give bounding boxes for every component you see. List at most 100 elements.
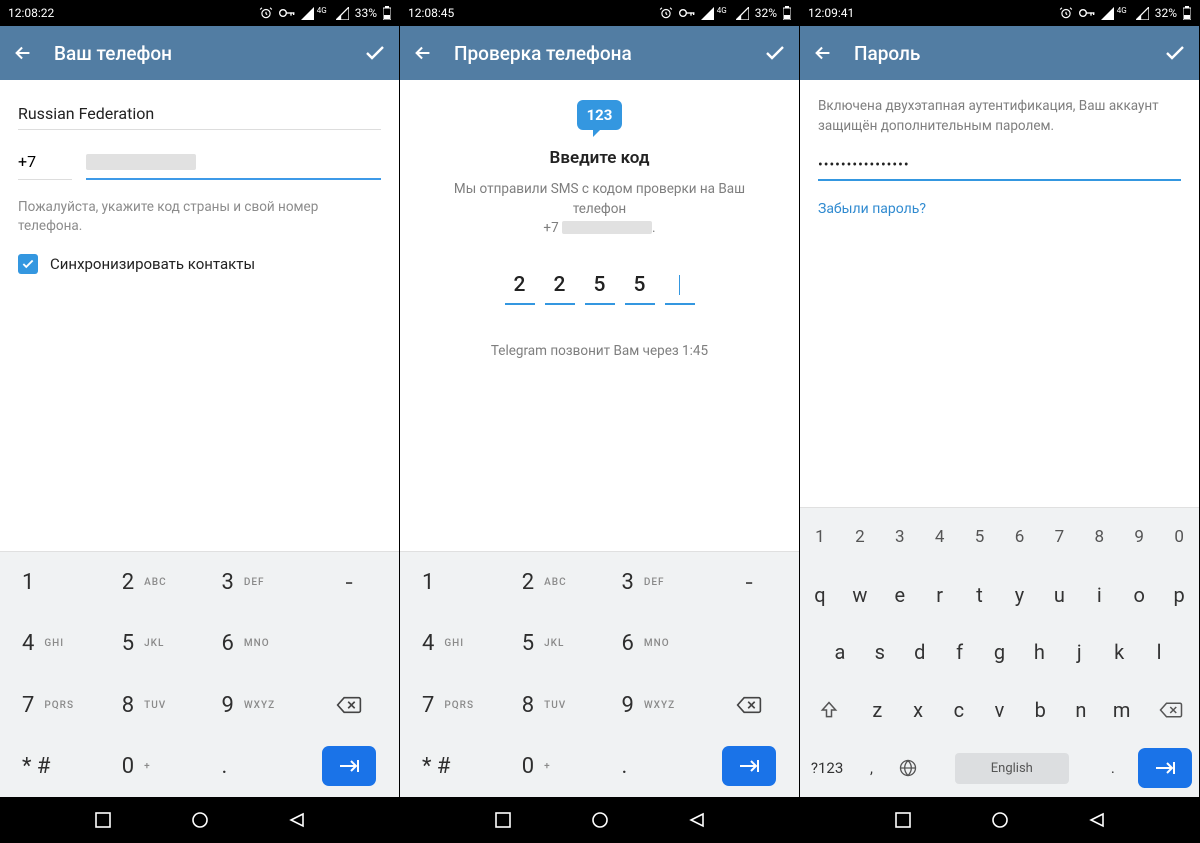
confirm-button[interactable] <box>763 41 787 65</box>
key-9[interactable]: 9WXYZ <box>200 675 300 736</box>
nav-home-icon[interactable] <box>591 811 609 829</box>
key-symbols[interactable]: ?123 <box>800 739 854 797</box>
sync-checkbox[interactable] <box>18 254 38 274</box>
key-7[interactable]: 7PQRS <box>400 675 500 736</box>
key-3[interactable]: 3DEF <box>200 552 300 613</box>
key-dash[interactable]: - <box>299 552 399 613</box>
key-i[interactable]: i <box>1079 566 1119 624</box>
key-2[interactable]: 2ABC <box>100 552 200 613</box>
key-enter[interactable] <box>699 736 799 797</box>
key-y[interactable]: y <box>1000 566 1040 624</box>
key-v[interactable]: v <box>979 681 1020 739</box>
key-5[interactable]: 5JKL <box>100 613 200 674</box>
key-x[interactable]: x <box>898 681 939 739</box>
key-8[interactable]: 8 <box>1079 508 1119 566</box>
nav-back-icon[interactable] <box>1089 812 1105 828</box>
confirm-button[interactable] <box>1163 41 1187 65</box>
key-t[interactable]: t <box>960 566 1000 624</box>
country-selector[interactable]: Russian Federation <box>18 94 381 130</box>
back-button[interactable] <box>412 42 434 64</box>
key-0[interactable]: 0 <box>1159 508 1199 566</box>
key-4[interactable]: 4GHI <box>400 613 500 674</box>
key-enter[interactable] <box>1130 739 1199 797</box>
code-digit-5[interactable] <box>665 273 695 305</box>
key-q[interactable]: q <box>800 566 840 624</box>
key-star-hash[interactable]: * # <box>400 736 500 797</box>
key-s[interactable]: s <box>860 624 900 682</box>
key-h[interactable]: h <box>1019 624 1059 682</box>
key-j[interactable]: j <box>1059 624 1099 682</box>
key-star-hash[interactable]: * # <box>0 736 100 797</box>
key-shift[interactable] <box>800 681 857 739</box>
key-2[interactable]: 2 <box>840 508 880 566</box>
key-dot[interactable]: . <box>200 736 300 797</box>
back-button[interactable] <box>12 42 34 64</box>
password-input[interactable]: •••••••••••••••• <box>818 157 1181 181</box>
key-e[interactable]: e <box>880 566 920 624</box>
key-5[interactable]: 5 <box>960 508 1000 566</box>
key-2[interactable]: 2ABC <box>500 552 600 613</box>
forgot-password-link[interactable]: Забыли пароль? <box>818 201 1181 217</box>
key-6[interactable]: 6MNO <box>200 613 300 674</box>
key-z[interactable]: z <box>857 681 898 739</box>
key-r[interactable]: r <box>920 566 960 624</box>
key-language[interactable] <box>889 739 928 797</box>
nav-recent-icon[interactable] <box>95 812 111 828</box>
key-1[interactable]: 1 <box>800 508 840 566</box>
key-1[interactable]: 1 <box>400 552 500 613</box>
key-0[interactable]: 0+ <box>100 736 200 797</box>
confirm-button[interactable] <box>363 41 387 65</box>
key-3[interactable]: 3 <box>880 508 920 566</box>
key-3[interactable]: 3DEF <box>600 552 700 613</box>
key-o[interactable]: o <box>1119 566 1159 624</box>
key-k[interactable]: k <box>1099 624 1139 682</box>
nav-recent-icon[interactable] <box>495 812 511 828</box>
key-7[interactable]: 7PQRS <box>0 675 100 736</box>
key-8[interactable]: 8TUV <box>100 675 200 736</box>
key-4[interactable]: 4 <box>920 508 960 566</box>
key-backspace[interactable] <box>299 675 399 736</box>
sync-contacts-row[interactable]: Синхронизировать контакты <box>18 254 381 274</box>
code-digit-2[interactable]: 2 <box>545 273 575 305</box>
key-a[interactable]: a <box>820 624 860 682</box>
key-backspace[interactable] <box>1142 681 1199 739</box>
code-digit-4[interactable]: 5 <box>625 273 655 305</box>
key-5[interactable]: 5JKL <box>500 613 600 674</box>
key-4[interactable]: 4GHI <box>0 613 100 674</box>
key-9[interactable]: 9 <box>1119 508 1159 566</box>
nav-home-icon[interactable] <box>191 811 209 829</box>
key-comma[interactable]: , <box>854 739 888 797</box>
key-l[interactable]: l <box>1139 624 1179 682</box>
key-f[interactable]: f <box>940 624 980 682</box>
nav-back-icon[interactable] <box>689 812 705 828</box>
nav-recent-icon[interactable] <box>895 812 911 828</box>
key-b[interactable]: b <box>1020 681 1061 739</box>
phone-number-input[interactable] <box>86 144 381 180</box>
back-button[interactable] <box>812 42 834 64</box>
key-9[interactable]: 9WXYZ <box>600 675 700 736</box>
key-0[interactable]: 0+ <box>500 736 600 797</box>
key-dot[interactable]: . <box>600 736 700 797</box>
key-6[interactable]: 6 <box>1000 508 1040 566</box>
country-code-input[interactable]: +7 <box>18 144 72 180</box>
key-g[interactable]: g <box>980 624 1020 682</box>
key-enter[interactable] <box>299 736 399 797</box>
key-backspace[interactable] <box>699 675 799 736</box>
key-8[interactable]: 8TUV <box>500 675 600 736</box>
key-u[interactable]: u <box>1039 566 1079 624</box>
key-c[interactable]: c <box>938 681 979 739</box>
key-d[interactable]: d <box>900 624 940 682</box>
key-p[interactable]: p <box>1159 566 1199 624</box>
key-m[interactable]: m <box>1101 681 1142 739</box>
key-7[interactable]: 7 <box>1039 508 1079 566</box>
key-dash[interactable]: - <box>699 552 799 613</box>
key-6[interactable]: 6MNO <box>600 613 700 674</box>
code-input-row[interactable]: 2 2 5 5 <box>418 273 781 305</box>
nav-home-icon[interactable] <box>991 811 1009 829</box>
key-w[interactable]: w <box>840 566 880 624</box>
key-1[interactable]: 1 <box>0 552 100 613</box>
nav-back-icon[interactable] <box>289 812 305 828</box>
key-n[interactable]: n <box>1061 681 1102 739</box>
key-dot[interactable]: . <box>1096 739 1130 797</box>
code-digit-3[interactable]: 5 <box>585 273 615 305</box>
